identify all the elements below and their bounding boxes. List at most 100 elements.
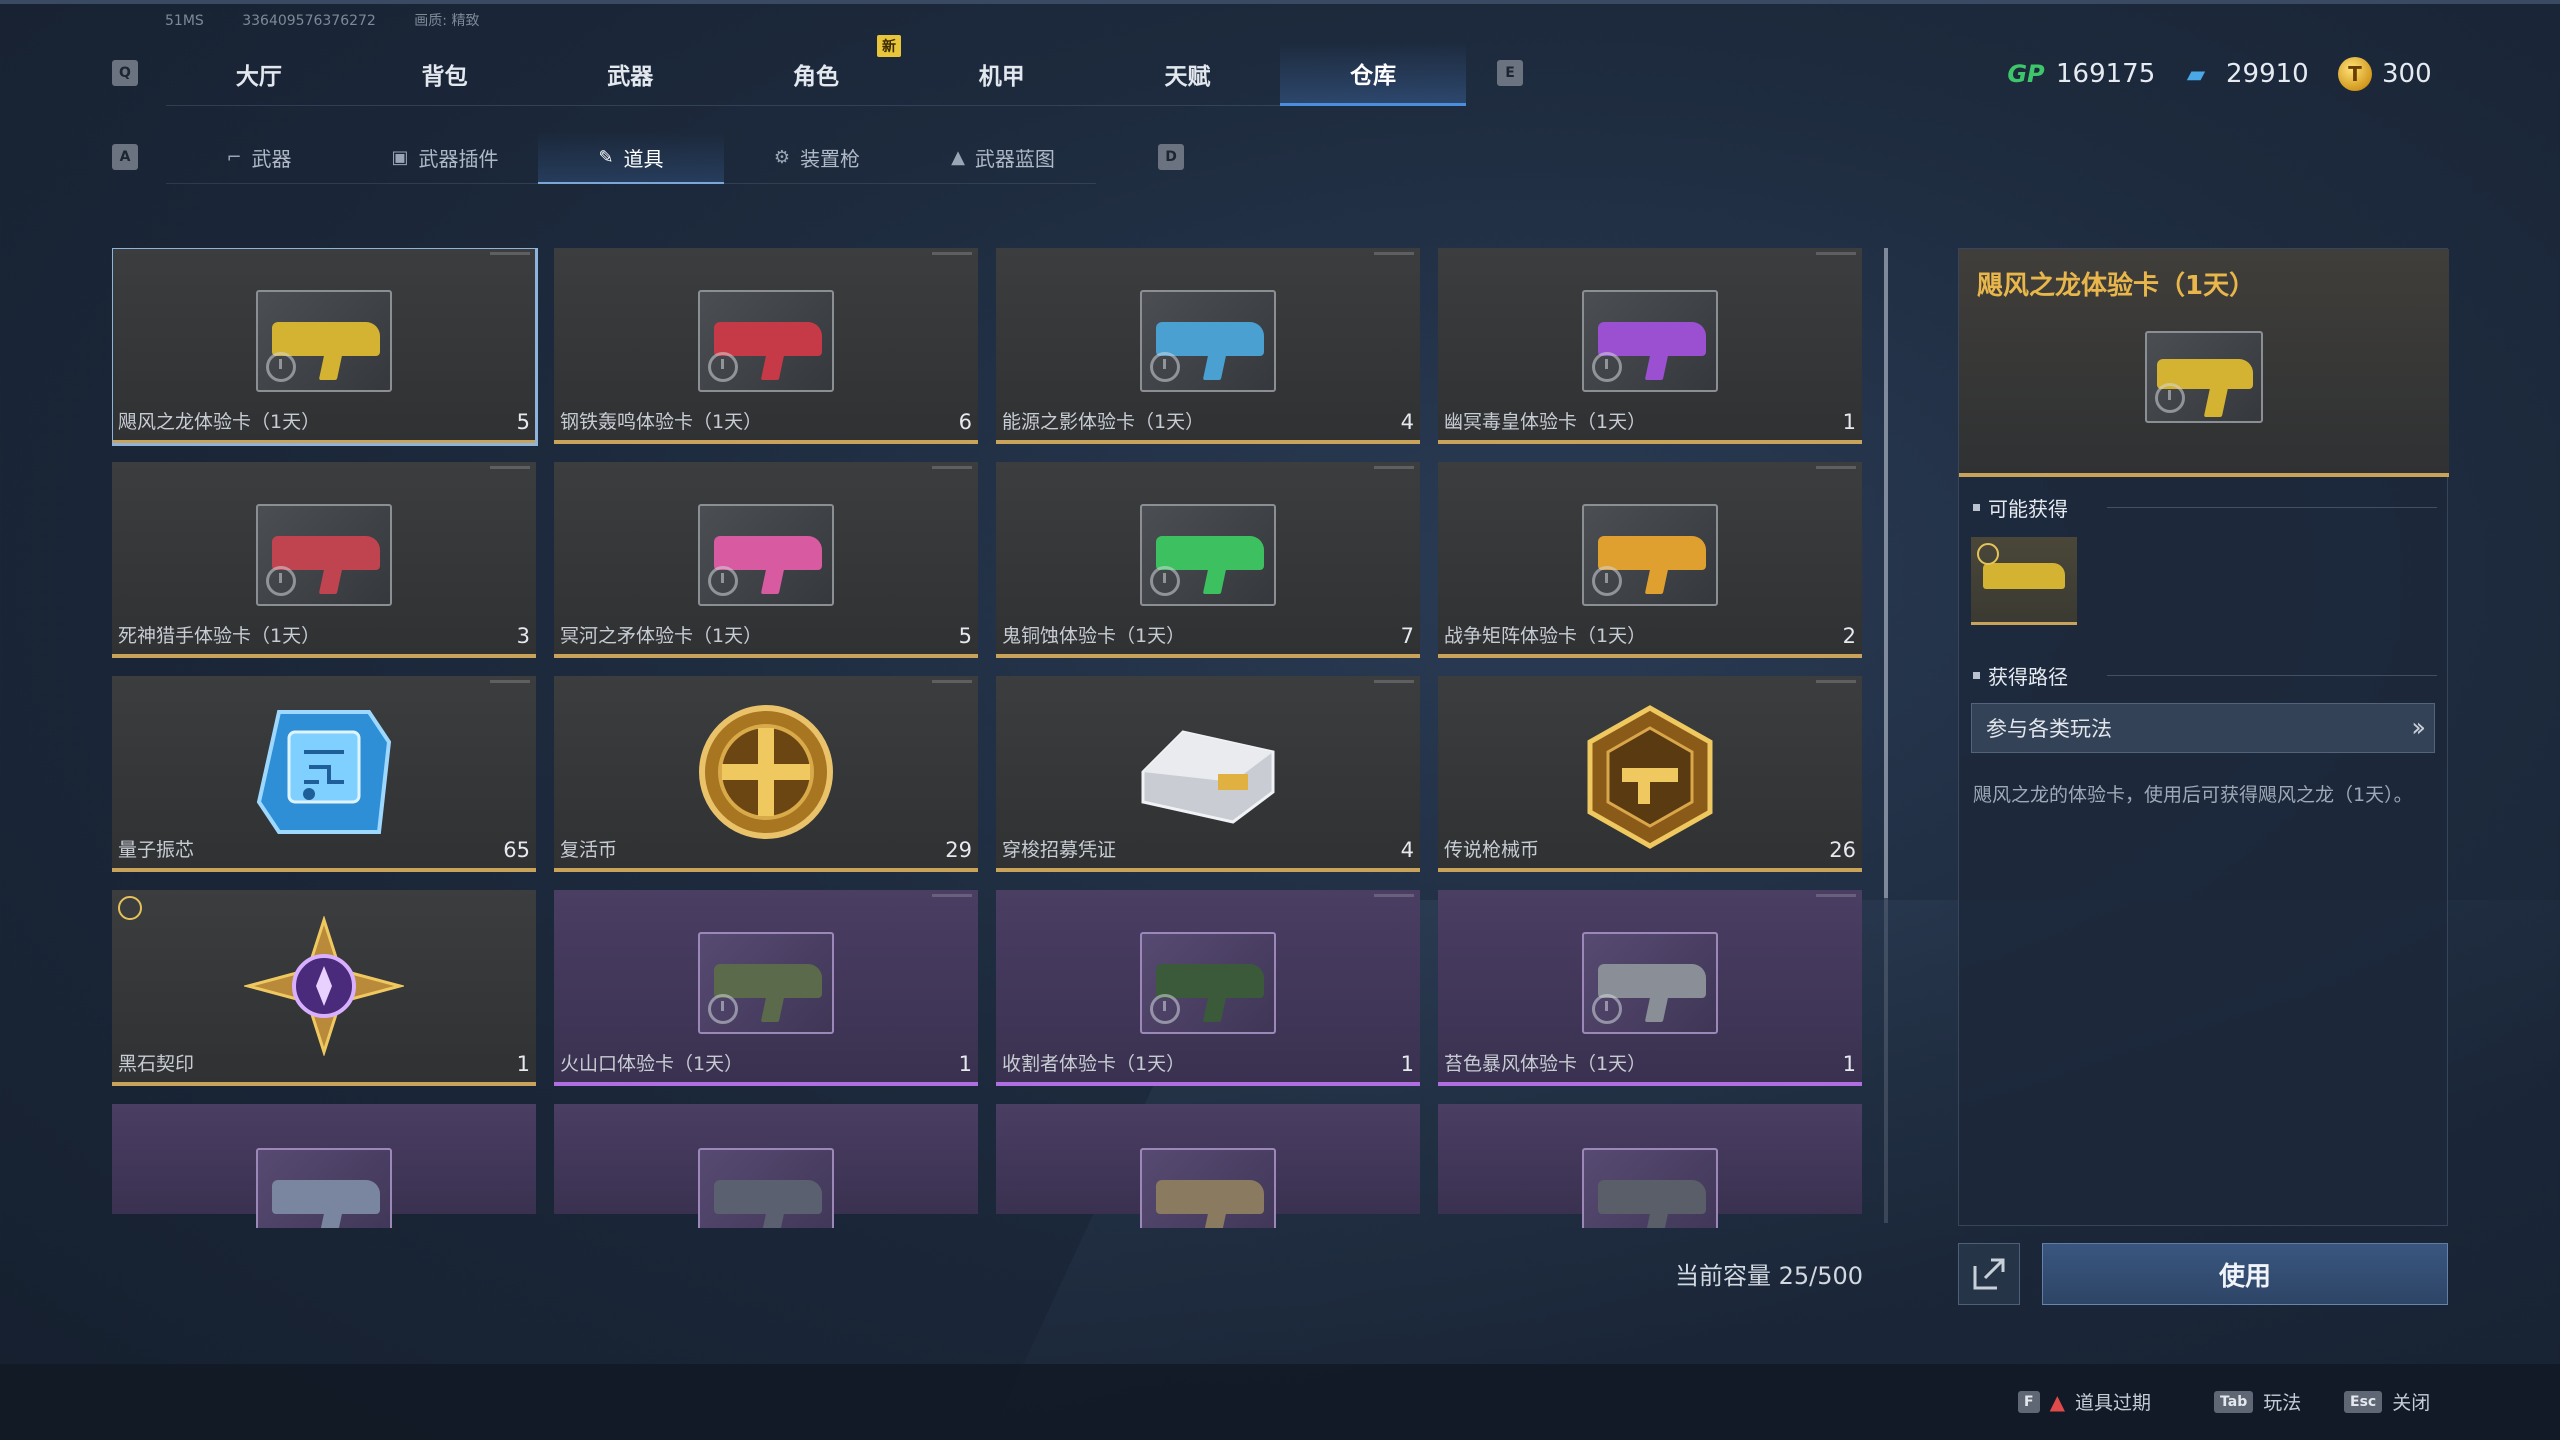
- tab-mecha[interactable]: 机甲: [908, 42, 1095, 106]
- item-card[interactable]: 火山口体验卡（1天） 1: [554, 890, 978, 1086]
- subtab-weapon-plugins[interactable]: ▣ 武器插件: [352, 132, 538, 184]
- item-qty: 5: [958, 624, 972, 648]
- key-hint-a[interactable]: A: [112, 144, 138, 170]
- item-qty: 5: [516, 410, 530, 434]
- item-qty: 26: [1829, 838, 1856, 862]
- weapon-trial-card-icon: [698, 290, 834, 392]
- item-name: 复活币: [560, 839, 618, 861]
- item-qty: 29: [945, 838, 972, 862]
- item-card[interactable]: 能源之影体验卡（1天） 4: [996, 248, 1420, 444]
- item-card[interactable]: [996, 1104, 1420, 1228]
- item-name: 能源之影体验卡（1天）: [1002, 411, 1205, 433]
- debug-latency: 51MS: [165, 13, 204, 29]
- key-hint-e[interactable]: E: [1497, 60, 1523, 86]
- item-card[interactable]: 战争矩阵体验卡（1天） 2: [1438, 462, 1862, 658]
- clock-icon: [708, 352, 738, 382]
- hint-gameplay[interactable]: Tab 玩法: [2214, 1388, 2301, 1415]
- hint-close[interactable]: Esc 关闭: [2344, 1388, 2430, 1415]
- item-qty: 1: [958, 1052, 972, 1076]
- tab-warehouse[interactable]: 仓库: [1280, 42, 1467, 106]
- weapon-trial-card-icon: [1140, 290, 1276, 392]
- turret-icon: ⚙: [773, 147, 791, 168]
- tab-weapons[interactable]: 武器: [537, 42, 724, 106]
- item-card[interactable]: 钢铁轰鸣体验卡（1天） 6: [554, 248, 978, 444]
- weapon-trial-card-icon: [698, 504, 834, 606]
- item-card[interactable]: 幽冥毒皇体验卡（1天） 1: [1438, 248, 1862, 444]
- chip-icon: ▣: [391, 147, 409, 168]
- tab-talent[interactable]: 天赋: [1094, 42, 1281, 106]
- item-card[interactable]: 穿梭招募凭证 4: [996, 676, 1420, 872]
- ticket-icon: ▰: [2186, 60, 2206, 88]
- card-corner: [490, 680, 530, 683]
- may-obtain-heading: 可能获得: [1973, 493, 2068, 522]
- item-card[interactable]: 量子振芯 65: [112, 676, 536, 872]
- key-hint-d[interactable]: D: [1158, 144, 1184, 170]
- item-card[interactable]: 传说枪械币 26: [1438, 676, 1862, 872]
- item-card[interactable]: 飓风之龙体验卡（1天） 5: [112, 248, 538, 446]
- item-card[interactable]: [1438, 1104, 1862, 1228]
- item-card[interactable]: 冥河之矛体验卡（1天） 5: [554, 462, 978, 658]
- key-tab: Tab: [2214, 1390, 2254, 1413]
- section-label: 获得路径: [1988, 665, 2068, 689]
- voucher-icon: [1141, 730, 1275, 824]
- item-qty: 1: [516, 1052, 530, 1076]
- item-qty: 65: [503, 838, 530, 862]
- subtab-turret[interactable]: ⚙ 装置枪: [724, 132, 910, 184]
- subtab-items[interactable]: ✎ 道具: [538, 132, 724, 184]
- clock-icon: [1150, 566, 1180, 596]
- double-chevron-right-icon: ››: [2411, 713, 2426, 743]
- gun-silhouette-icon: [1156, 1180, 1264, 1214]
- card-corner: [932, 680, 972, 683]
- hint-item-expire[interactable]: F ▲ 道具过期: [2018, 1388, 2151, 1415]
- key-hint-q[interactable]: Q: [112, 60, 138, 86]
- hint-label: 关闭: [2392, 1392, 2431, 1414]
- item-name: 量子振芯: [118, 839, 195, 861]
- debug-quality: 画质: 精致: [414, 13, 480, 29]
- item-card[interactable]: 收割者体验卡（1天） 1: [996, 890, 1420, 1086]
- gun-silhouette-icon: [1598, 964, 1706, 998]
- item-detail-panel: 飓风之龙体验卡（1天） 可能获得 获得路径 参与各类玩法 ›› 飓风之龙的体验卡…: [1958, 248, 2449, 1226]
- item-card[interactable]: [112, 1104, 536, 1228]
- subtab-blueprints[interactable]: ▲ 武器蓝图: [910, 132, 1096, 184]
- share-button[interactable]: [1958, 1243, 2020, 1305]
- clock-icon: [1592, 352, 1622, 382]
- item-name: 钢铁轰鸣体验卡（1天）: [560, 411, 763, 433]
- item-card[interactable]: 死神猎手体验卡（1天） 3: [112, 462, 536, 658]
- item-card[interactable]: [554, 1104, 978, 1228]
- main-nav: 大厅 背包 武器 角色 机甲 天赋 仓库: [166, 42, 1467, 106]
- subtab-label: 武器蓝图: [974, 147, 1055, 171]
- subtab-weapons[interactable]: ⌐ 武器: [166, 132, 352, 184]
- item-grid: 飓风之龙体验卡（1天） 5 钢铁轰鸣体验卡（1天） 6 能源之影体验卡（1天） …: [112, 248, 1862, 1228]
- tab-backpack[interactable]: 背包: [351, 42, 538, 106]
- hint-label: 玩法: [2263, 1392, 2302, 1414]
- gun-silhouette-icon: [714, 1180, 822, 1214]
- grid-scrollbar-thumb[interactable]: [1884, 248, 1888, 898]
- item-card[interactable]: 黑石契印 1: [112, 890, 536, 1086]
- clock-icon: [1977, 543, 1999, 565]
- item-card[interactable]: 苔色暴风体验卡（1天） 1: [1438, 890, 1862, 1086]
- obtain-route-button[interactable]: 参与各类玩法 ››: [1971, 703, 2435, 753]
- use-button[interactable]: 使用: [2042, 1243, 2448, 1305]
- item-name: 飓风之龙体验卡（1天）: [118, 411, 321, 433]
- clock-icon: [708, 994, 738, 1024]
- card-corner: [1374, 466, 1414, 469]
- reward-item[interactable]: [1971, 537, 2077, 625]
- clock-icon: [1150, 352, 1180, 382]
- item-qty: 3: [516, 624, 530, 648]
- item-name: 鬼铜蚀体验卡（1天）: [1002, 625, 1186, 647]
- item-card[interactable]: 复活币 29: [554, 676, 978, 872]
- detail-header: 飓风之龙体验卡（1天）: [1959, 249, 2449, 477]
- weapon-trial-card-icon: [2145, 331, 2263, 423]
- card-corner: [1816, 252, 1856, 255]
- card-corner: [1374, 252, 1414, 255]
- warning-icon: ▲: [2049, 1389, 2065, 1414]
- tab-lobby[interactable]: 大厅: [166, 42, 352, 106]
- key-esc: Esc: [2344, 1390, 2383, 1413]
- subtab-label: 武器: [251, 147, 292, 171]
- section-divider: [2107, 675, 2437, 676]
- item-card[interactable]: 鬼铜蚀体验卡（1天） 7: [996, 462, 1420, 658]
- clock-icon: [1150, 994, 1180, 1024]
- capacity-label: 当前容量 25/500: [1675, 1262, 1864, 1290]
- item-qty: 1: [1400, 1052, 1414, 1076]
- item-name: 死神猎手体验卡（1天）: [118, 625, 321, 647]
